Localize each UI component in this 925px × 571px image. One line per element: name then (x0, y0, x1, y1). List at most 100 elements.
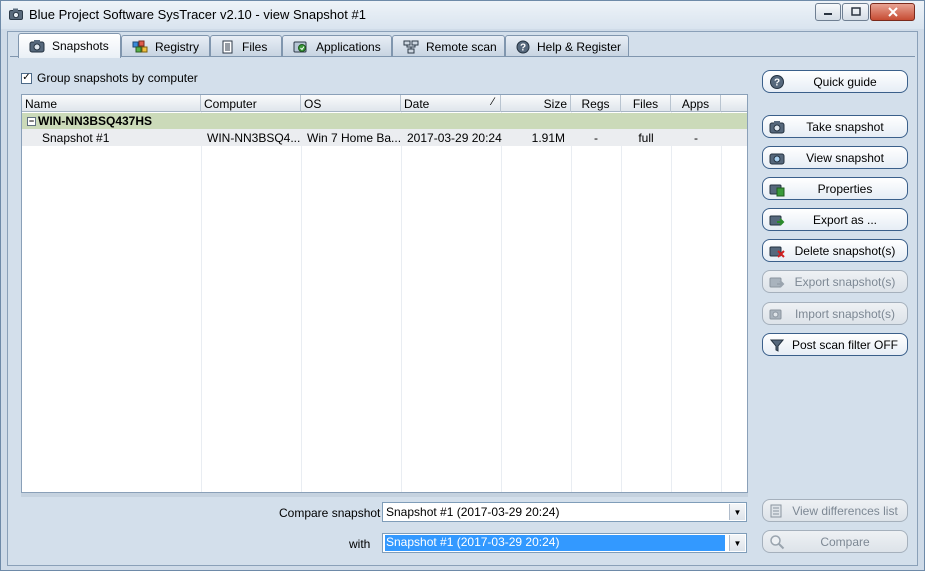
help-icon: ? (770, 75, 784, 89)
view-camera-icon (769, 153, 785, 165)
files-icon (222, 40, 233, 53)
app-window: Blue Project Software SysTracer v2.10 - … (0, 0, 925, 571)
cell-os: Win 7 Home Ba... (307, 131, 402, 145)
close-icon (887, 7, 898, 17)
tab-snapshots[interactable]: Snapshots (18, 33, 121, 58)
tab-registry[interactable]: Registry (121, 35, 210, 57)
sort-descending-icon: ∕ (492, 96, 494, 108)
compare-snapshot-label: Compare snapshot (279, 506, 381, 520)
delete-snapshots-button[interactable]: Delete snapshot(s) (762, 239, 908, 262)
col-date-header[interactable]: Date ∕ (401, 95, 501, 112)
horizontal-scrollbar[interactable] (21, 493, 748, 497)
delete-snapshots-label: Delete snapshot(s) (794, 243, 896, 258)
title-bar: Blue Project Software SysTracer v2.10 - … (1, 1, 924, 29)
cell-name: Snapshot #1 (42, 131, 110, 145)
tab-remote-scan[interactable]: Remote scan (392, 35, 505, 57)
properties-button[interactable]: Properties (762, 177, 908, 200)
quick-guide-button[interactable]: ? Quick guide (762, 70, 908, 93)
computer-group-row[interactable]: − WIN-NN3BSQ437HS (22, 113, 747, 129)
post-scan-filter-label: Post scan filter OFF (791, 337, 899, 352)
tab-help-register[interactable]: ? Help & Register (505, 35, 629, 57)
col-apps-header[interactable]: Apps (671, 95, 721, 112)
cell-apps: - (694, 131, 698, 145)
cell-size: 1.91M (531, 131, 565, 145)
column-divider (621, 112, 622, 492)
applications-icon (293, 41, 307, 52)
with-snapshot-value: Snapshot #1 (2017-03-29 20:24) (385, 535, 725, 551)
col-name-header[interactable]: Name (22, 95, 201, 112)
tab-label: Snapshots (52, 39, 109, 53)
registry-icon (132, 40, 148, 52)
list-icon (770, 504, 782, 518)
tab-label: Remote scan (426, 39, 497, 54)
magnifier-icon (770, 535, 785, 550)
column-divider (721, 112, 722, 492)
quick-guide-label: Quick guide (813, 74, 877, 89)
compare-label: Compare (820, 534, 870, 549)
dropdown-arrow-icon[interactable]: ▼ (729, 504, 745, 520)
svg-text:?: ? (774, 78, 780, 89)
dropdown-arrow-icon[interactable]: ▼ (729, 535, 745, 551)
snapshot-list[interactable]: Name Computer OS Date ∕ Size Regs Files … (21, 94, 748, 493)
snapshots-panel: ✓ Group snapshots by computer Name Compu… (10, 56, 915, 564)
compare-snapshot-select[interactable]: Snapshot #1 (2017-03-29 20:24) ▼ (382, 502, 747, 522)
column-divider (201, 112, 202, 492)
cell-files: full (638, 131, 654, 145)
properties-icon (769, 184, 785, 197)
table-row[interactable]: Snapshot #1 WIN-NN3BSQ4... Win 7 Home Ba… (22, 129, 747, 146)
post-scan-filter-button[interactable]: Post scan filter OFF (762, 333, 908, 356)
minimize-button[interactable] (815, 3, 841, 21)
col-regs-header[interactable]: Regs (571, 95, 621, 112)
col-os-header[interactable]: OS (301, 95, 401, 112)
export-as-button[interactable]: Export as ... (762, 208, 908, 231)
camera-icon (9, 8, 23, 20)
tab-label: Applications (316, 39, 381, 54)
view-differences-label: View differences list (792, 503, 898, 518)
column-divider (401, 112, 402, 492)
maximize-icon (850, 7, 861, 16)
column-divider (671, 112, 672, 492)
take-snapshot-button[interactable]: Take snapshot (762, 115, 908, 138)
cell-date: 2017-03-29 20:24 (407, 131, 502, 145)
client-area: Snapshots Registry Files Applications Re… (7, 31, 918, 566)
col-files-header[interactable]: Files (621, 95, 671, 112)
svg-text:?: ? (520, 42, 526, 53)
column-header: Name Computer OS Date ∕ Size Regs Files … (22, 95, 747, 112)
network-icon (403, 40, 419, 53)
filter-icon (769, 339, 785, 352)
view-differences-button[interactable]: View differences list (762, 499, 908, 522)
group-by-computer-label: Group snapshots by computer (37, 71, 198, 85)
tab-label: Registry (155, 39, 200, 54)
maximize-button[interactable] (842, 3, 869, 21)
tab-applications[interactable]: Applications (282, 35, 392, 57)
export-snapshots-button[interactable]: Export snapshot(s) (762, 270, 908, 293)
column-divider (301, 112, 302, 492)
compare-button[interactable]: Compare (762, 530, 908, 553)
close-button[interactable] (870, 3, 915, 21)
cell-regs: - (594, 131, 598, 145)
with-snapshot-select[interactable]: Snapshot #1 (2017-03-29 20:24) ▼ (382, 533, 747, 553)
col-computer-header[interactable]: Computer (201, 95, 301, 112)
cell-computer: WIN-NN3BSQ4... (207, 131, 301, 145)
with-label: with (349, 537, 371, 551)
tab-files[interactable]: Files (210, 35, 282, 57)
view-snapshot-button[interactable]: View snapshot (762, 146, 908, 169)
collapse-icon[interactable]: − (27, 116, 36, 126)
camera-icon (769, 121, 785, 134)
window-title: Blue Project Software SysTracer v2.10 - … (29, 7, 366, 22)
view-snapshot-label: View snapshot (806, 150, 884, 165)
col-date-label: Date (404, 97, 430, 111)
export-snapshots-label: Export snapshot(s) (794, 274, 896, 289)
import-snapshots-button[interactable]: Import snapshot(s) (762, 302, 908, 325)
camera-icon (29, 40, 45, 53)
col-size-header[interactable]: Size (501, 95, 571, 112)
group-by-computer-checkbox[interactable]: ✓ Group snapshots by computer (21, 71, 198, 85)
import-snapshots-label: Import snapshot(s) (794, 306, 896, 321)
export-icon (769, 215, 785, 226)
help-icon: ? (516, 40, 530, 53)
compare-snapshot-value: Snapshot #1 (2017-03-29 20:24) (386, 505, 560, 519)
column-divider (571, 112, 572, 492)
minimize-icon (824, 13, 832, 15)
delete-icon (769, 246, 785, 258)
column-divider (501, 112, 502, 492)
